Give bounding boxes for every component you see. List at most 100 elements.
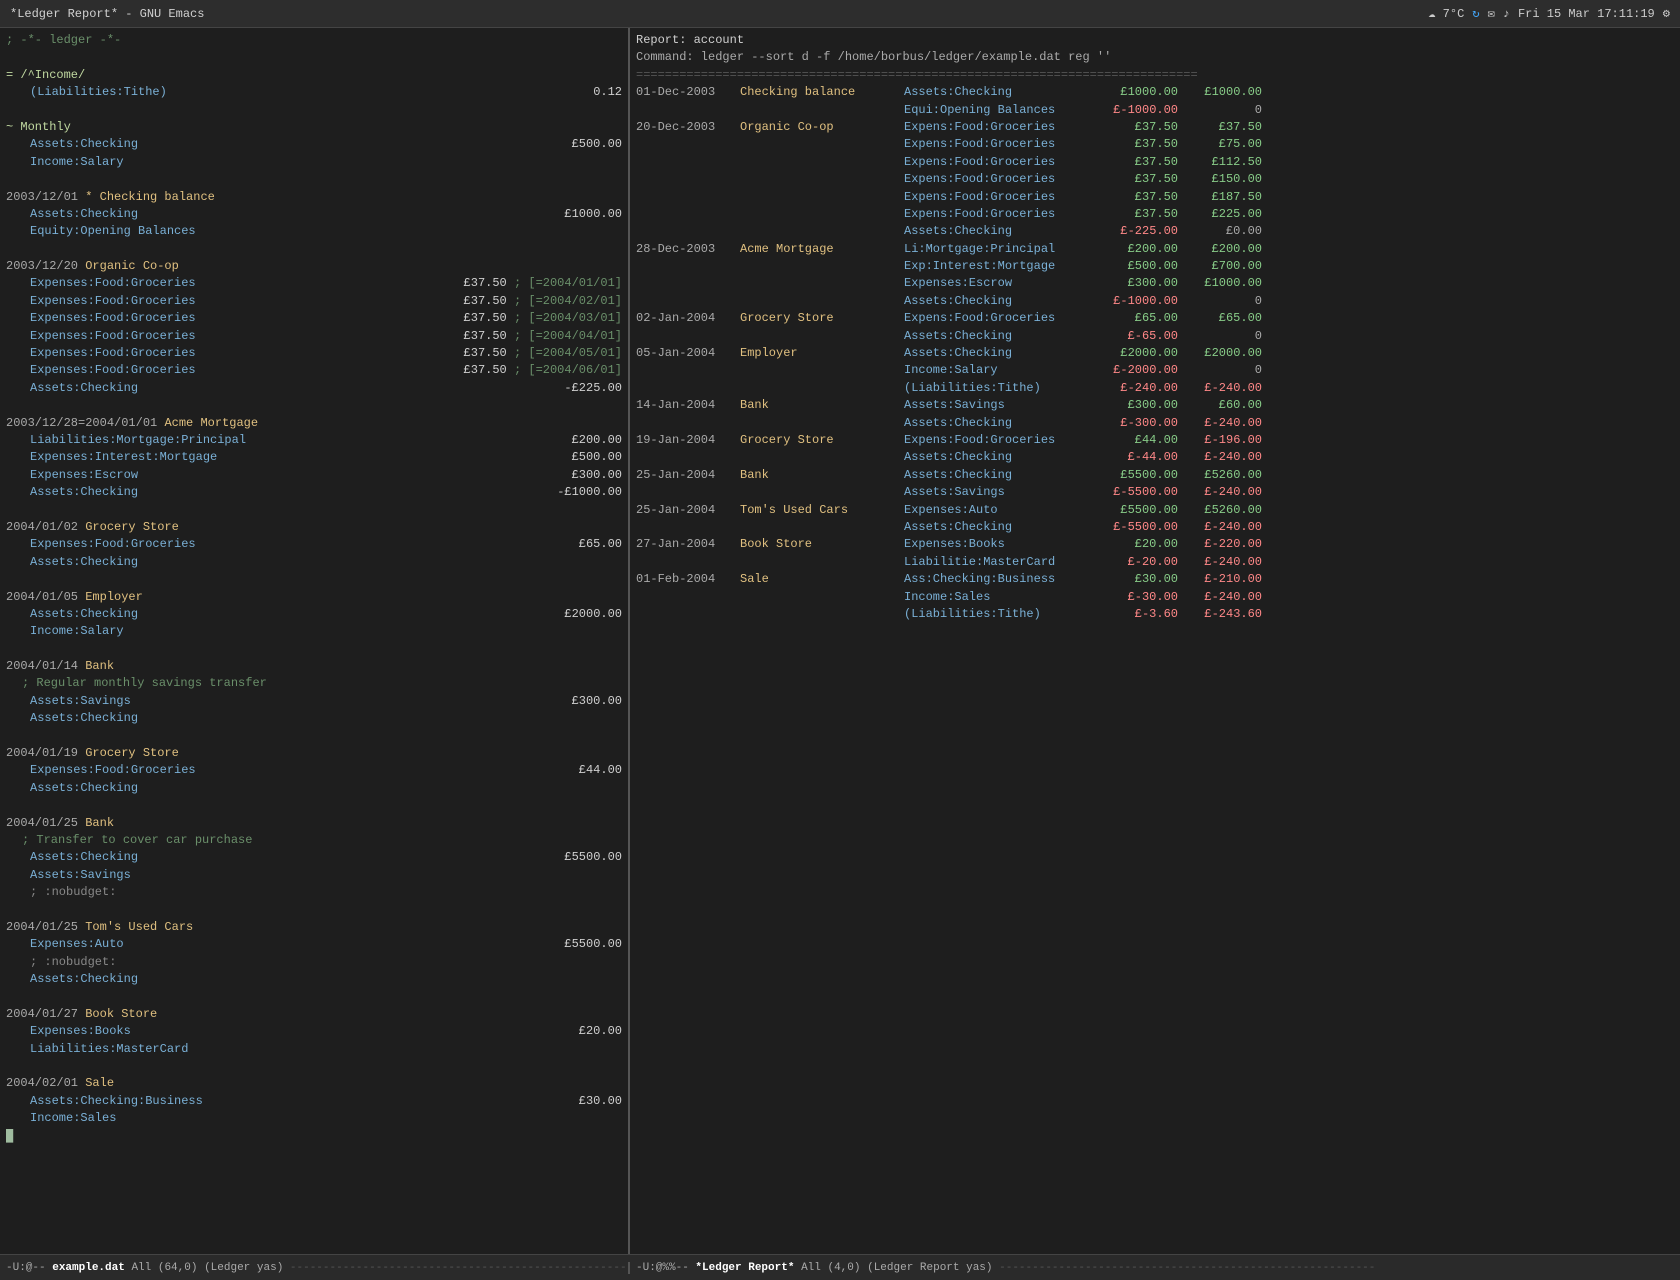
left-pane-editor[interactable]: ; -*- ledger -*- = /^Income/(Liabilities… bbox=[0, 28, 630, 1254]
row-amount: £37.50 bbox=[1098, 171, 1178, 188]
row-running: £5260.00 bbox=[1182, 467, 1262, 484]
list-item: ; Regular monthly savings transfer bbox=[6, 675, 622, 692]
row-payee bbox=[740, 328, 900, 345]
row-date: 27-Jan-2004 bbox=[636, 536, 736, 553]
row-running: £200.00 bbox=[1182, 241, 1262, 258]
row-running: £0.00 bbox=[1182, 223, 1262, 240]
list-item: Liabilities:Mortgage:Principal£200.00 bbox=[6, 432, 622, 449]
list-item: 2004/01/14 Bank bbox=[6, 658, 622, 675]
row-amount: £-3.60 bbox=[1098, 606, 1178, 623]
list-item: Assets:Checking-£1000.00 bbox=[6, 484, 622, 501]
row-amount: £-1000.00 bbox=[1098, 293, 1178, 310]
status-right-mode: -U:@%%-- bbox=[636, 1262, 689, 1274]
mail-icon[interactable]: ✉ bbox=[1488, 6, 1495, 21]
list-item bbox=[6, 102, 622, 119]
window-title: *Ledger Report* - GNU Emacs bbox=[10, 7, 204, 21]
table-row: 01-Feb-2004SaleAss:Checking:Business£30.… bbox=[636, 571, 1674, 588]
row-date bbox=[636, 189, 736, 206]
row-running: £-240.00 bbox=[1182, 589, 1262, 606]
row-payee bbox=[740, 189, 900, 206]
status-right-mode2: (Ledger Report yas) bbox=[867, 1262, 992, 1274]
row-date: 14-Jan-2004 bbox=[636, 397, 736, 414]
row-account: Income:Sales bbox=[904, 589, 1094, 606]
list-item: ; :nobudget: bbox=[6, 884, 622, 901]
row-payee bbox=[740, 171, 900, 188]
row-date bbox=[636, 484, 736, 501]
row-running: £-210.00 bbox=[1182, 571, 1262, 588]
row-account: Expenses:Escrow bbox=[904, 275, 1094, 292]
row-amount: £-44.00 bbox=[1098, 449, 1178, 466]
title-bar-right: ☁ 7°C ↻ ✉ ♪ Fri 15 Mar 17:11:19 ⚙ bbox=[1428, 6, 1670, 21]
table-row: 19-Jan-2004Grocery StoreExpens:Food:Groc… bbox=[636, 432, 1674, 449]
title-bar: *Ledger Report* - GNU Emacs ☁ 7°C ↻ ✉ ♪ … bbox=[0, 0, 1680, 28]
row-amount: £-240.00 bbox=[1098, 380, 1178, 397]
status-right-filename: *Ledger Report* bbox=[695, 1262, 794, 1274]
row-date bbox=[636, 449, 736, 466]
list-item: 2004/01/25 Bank bbox=[6, 815, 622, 832]
row-payee bbox=[740, 362, 900, 379]
list-item bbox=[6, 571, 622, 588]
row-amount: £300.00 bbox=[1098, 275, 1178, 292]
table-row: 02-Jan-2004Grocery StoreExpens:Food:Groc… bbox=[636, 310, 1674, 327]
list-item: 2003/12/28=2004/01/01 Acme Mortgage bbox=[6, 415, 622, 432]
report-header: Report: account bbox=[636, 32, 1674, 49]
row-amount: £300.00 bbox=[1098, 397, 1178, 414]
table-row: Income:Salary£-2000.000 bbox=[636, 362, 1674, 379]
row-payee bbox=[740, 223, 900, 240]
row-amount: £-2000.00 bbox=[1098, 362, 1178, 379]
report-separator: ========================================… bbox=[636, 67, 1674, 84]
row-date bbox=[636, 258, 736, 275]
list-item: Assets:Checking bbox=[6, 971, 622, 988]
row-running: 0 bbox=[1182, 293, 1262, 310]
row-payee: Sale bbox=[740, 571, 900, 588]
list-item: 2003/12/20 Organic Co-op bbox=[6, 258, 622, 275]
list-item bbox=[6, 728, 622, 745]
status-left-filename: example.dat bbox=[52, 1262, 125, 1274]
row-running: £-196.00 bbox=[1182, 432, 1262, 449]
row-date bbox=[636, 362, 736, 379]
row-payee bbox=[740, 449, 900, 466]
row-payee: Grocery Store bbox=[740, 310, 900, 327]
row-running: £1000.00 bbox=[1182, 275, 1262, 292]
row-amount: £2000.00 bbox=[1098, 345, 1178, 362]
row-amount: £200.00 bbox=[1098, 241, 1178, 258]
row-running: £1000.00 bbox=[1182, 84, 1262, 101]
row-account: Equi:Opening Balances bbox=[904, 102, 1094, 119]
row-running: £700.00 bbox=[1182, 258, 1262, 275]
row-running: £75.00 bbox=[1182, 136, 1262, 153]
table-row: Expens:Food:Groceries£37.50£75.00 bbox=[636, 136, 1674, 153]
table-row: (Liabilities:Tithe)£-240.00£-240.00 bbox=[636, 380, 1674, 397]
row-date: 25-Jan-2004 bbox=[636, 502, 736, 519]
left-pane-content: ; -*- ledger -*- = /^Income/(Liabilities… bbox=[6, 32, 622, 1145]
list-item: ; Transfer to cover car purchase bbox=[6, 832, 622, 849]
refresh-icon[interactable]: ↻ bbox=[1472, 6, 1479, 21]
list-item: Assets:Checking bbox=[6, 554, 622, 571]
list-item bbox=[6, 797, 622, 814]
row-payee: Bank bbox=[740, 397, 900, 414]
list-item: ; :nobudget: bbox=[6, 954, 622, 971]
row-date: 01-Dec-2003 bbox=[636, 84, 736, 101]
row-amount: £37.50 bbox=[1098, 154, 1178, 171]
row-payee: Acme Mortgage bbox=[740, 241, 900, 258]
list-item: Equity:Opening Balances bbox=[6, 223, 622, 240]
list-item: Expenses:Food:Groceries£44.00 bbox=[6, 762, 622, 779]
list-item bbox=[6, 988, 622, 1005]
row-date: 20-Dec-2003 bbox=[636, 119, 736, 136]
table-row: Expens:Food:Groceries£37.50£150.00 bbox=[636, 171, 1674, 188]
list-item: Expenses:Food:Groceries£37.50 ; [=2004/0… bbox=[6, 293, 622, 310]
row-date: 01-Feb-2004 bbox=[636, 571, 736, 588]
row-running: £5260.00 bbox=[1182, 502, 1262, 519]
audio-icon[interactable]: ♪ bbox=[1503, 7, 1510, 21]
row-amount: £1000.00 bbox=[1098, 84, 1178, 101]
right-pane-report[interactable]: Report: accountCommand: ledger --sort d … bbox=[630, 28, 1680, 1254]
row-amount: £65.00 bbox=[1098, 310, 1178, 327]
table-row: (Liabilities:Tithe)£-3.60£-243.60 bbox=[636, 606, 1674, 623]
list-item: Expenses:Auto£5500.00 bbox=[6, 936, 622, 953]
row-running: £150.00 bbox=[1182, 171, 1262, 188]
row-running: £225.00 bbox=[1182, 206, 1262, 223]
row-account: Expenses:Books bbox=[904, 536, 1094, 553]
settings-icon[interactable]: ⚙ bbox=[1663, 6, 1670, 21]
table-row: 05-Jan-2004EmployerAssets:Checking£2000.… bbox=[636, 345, 1674, 362]
row-account: Expens:Food:Groceries bbox=[904, 432, 1094, 449]
row-amount: £500.00 bbox=[1098, 258, 1178, 275]
